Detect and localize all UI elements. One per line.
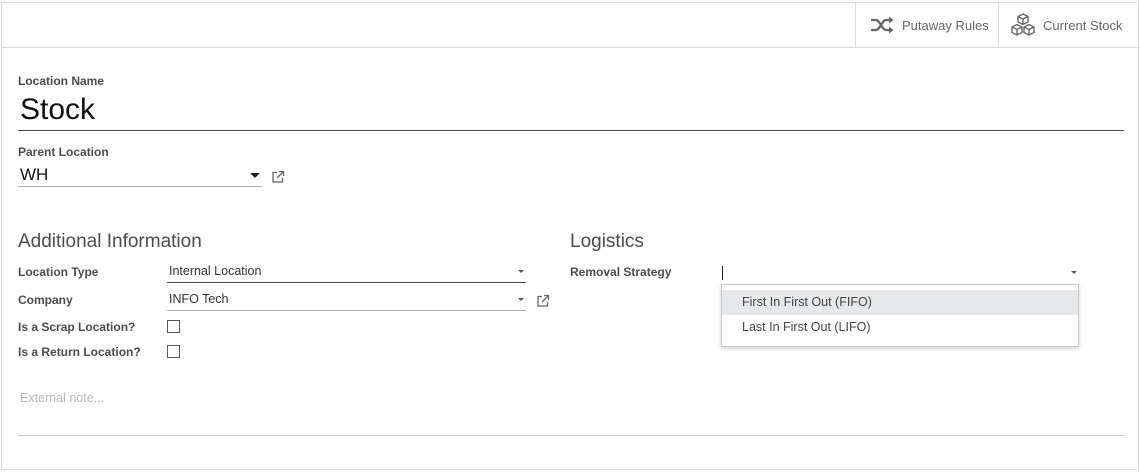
- scrap-location-checkbox[interactable]: [167, 320, 180, 333]
- caret-down-icon: [1071, 271, 1077, 274]
- option-fifo[interactable]: First In First Out (FIFO): [722, 290, 1078, 315]
- parent-location-select[interactable]: WH: [18, 163, 262, 187]
- parent-location-value: WH: [20, 165, 49, 184]
- return-location-checkbox[interactable]: [167, 345, 180, 358]
- removal-strategy-label: Removal Strategy: [570, 265, 672, 279]
- removal-strategy-input[interactable]: [721, 262, 1083, 284]
- company-select[interactable]: INFO Tech: [167, 289, 526, 311]
- button-box: Putaway Rules Current Stock: [2, 3, 1140, 48]
- cubes-icon: [1010, 13, 1036, 37]
- current-stock-label: Current Stock: [1043, 17, 1123, 33]
- company-label: Company: [18, 293, 73, 307]
- text-cursor: [722, 266, 723, 280]
- putaway-rules-button[interactable]: Putaway Rules: [855, 3, 998, 47]
- external-link-icon[interactable]: [536, 294, 550, 308]
- additional-info-title: Additional Information: [18, 231, 202, 252]
- company-value: INFO Tech: [169, 292, 229, 306]
- external-note-placeholder: External note...: [20, 391, 105, 405]
- removal-strategy-dropdown: First In First Out (FIFO) Last In First …: [721, 284, 1079, 347]
- location-type-label: Location Type: [18, 265, 99, 279]
- scrap-location-label: Is a Scrap Location?: [18, 320, 136, 334]
- form-sheet: Putaway Rules Current Stock Location Nam…: [1, 2, 1140, 470]
- logistics-title: Logistics: [570, 231, 644, 252]
- external-note-field[interactable]: External note...: [18, 389, 1124, 436]
- caret-down-icon: [518, 270, 524, 273]
- location-name-label: Location Name: [18, 74, 105, 88]
- option-lifo[interactable]: Last In First Out (LIFO): [722, 315, 1078, 340]
- parent-location-label: Parent Location: [18, 145, 109, 159]
- return-location-label: Is a Return Location?: [18, 345, 141, 359]
- caret-down-icon: [518, 298, 524, 301]
- shuffle-icon: [869, 13, 895, 37]
- current-stock-button[interactable]: Current Stock: [998, 3, 1140, 47]
- putaway-rules-label: Putaway Rules: [902, 17, 989, 33]
- location-name-input[interactable]: Stock: [18, 91, 1124, 131]
- caret-down-icon: [250, 173, 260, 178]
- external-link-icon[interactable]: [271, 170, 285, 184]
- location-type-value: Internal Location: [169, 264, 262, 278]
- location-type-select[interactable]: Internal Location: [167, 261, 526, 283]
